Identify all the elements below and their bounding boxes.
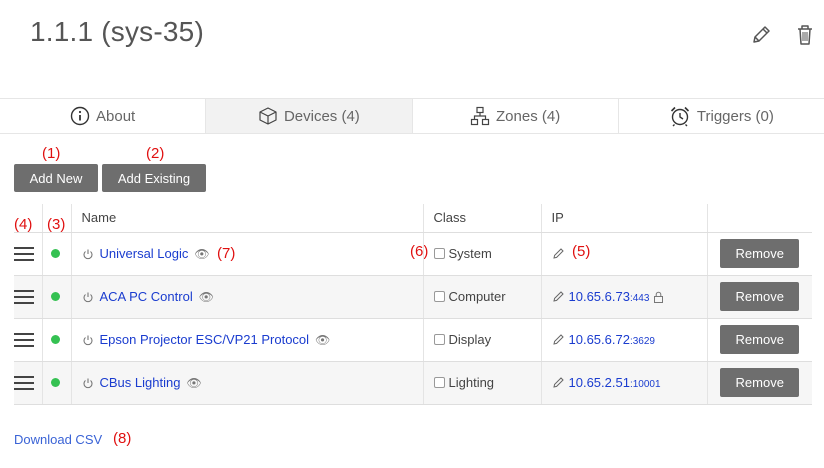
edit-ip-icon[interactable]: [552, 333, 565, 346]
ip-address: 10.65.2.51: [568, 375, 630, 390]
lock-icon: [654, 291, 664, 303]
class-checkbox[interactable]: [433, 248, 445, 259]
add-existing-button[interactable]: Add Existing: [102, 164, 206, 192]
remove-button[interactable]: Remove: [720, 282, 800, 311]
header-handle: [14, 204, 42, 233]
info-circle-icon: [70, 106, 90, 126]
ip-port: :10001: [629, 379, 661, 390]
class-checkbox[interactable]: [433, 334, 445, 345]
device-name-link[interactable]: ACA PC Control: [100, 289, 193, 304]
status-dot: [50, 292, 60, 301]
ip-link[interactable]: 10.65.2.51:10001: [569, 375, 661, 390]
drag-handle-icon[interactable]: [14, 246, 34, 261]
add-new-button[interactable]: Add New: [14, 164, 98, 192]
header-name: Name: [70, 204, 423, 233]
power-icon[interactable]: [82, 334, 94, 346]
tab-triggers[interactable]: Triggers (0): [619, 99, 824, 133]
header-action: [706, 204, 812, 233]
eye-icon[interactable]: 👁: [186, 376, 201, 390]
page-title: 1.1.1 (sys-35): [30, 16, 204, 47]
device-class: Lighting: [448, 375, 495, 390]
edit-ip-icon[interactable]: [552, 247, 565, 260]
sitemap-icon: [470, 106, 490, 126]
tab-about[interactable]: About: [0, 99, 207, 133]
device-name-link[interactable]: Universal Logic: [100, 246, 189, 261]
table-row: CBus Lighting 👁 Lighting 10.65.2.51:1000…: [14, 361, 812, 405]
remove-button[interactable]: Remove: [720, 368, 800, 397]
annotation-1: (1): [42, 145, 61, 162]
annotation-2: (2): [146, 145, 165, 162]
status-dot: [50, 249, 60, 258]
drag-handle-icon[interactable]: [14, 289, 34, 304]
power-icon[interactable]: [82, 377, 94, 389]
annotation-8: (8): [113, 430, 132, 447]
device-class: System: [448, 246, 492, 261]
device-class: Computer: [448, 289, 506, 304]
pencil-icon[interactable]: [750, 24, 772, 46]
ip-address: 10.65.6.73: [568, 289, 630, 304]
ip-address: 10.65.6.72: [568, 332, 630, 347]
trash-icon[interactable]: [796, 24, 814, 46]
tab-devices[interactable]: Devices (4): [206, 99, 413, 133]
device-name-link[interactable]: CBus Lighting: [100, 375, 181, 390]
drag-handle-icon[interactable]: [14, 375, 34, 390]
title-actions: [750, 24, 814, 46]
power-icon[interactable]: [82, 291, 94, 303]
device-class: Display: [448, 332, 492, 347]
tab-zones[interactable]: Zones (4): [413, 99, 619, 133]
download-csv-link[interactable]: Download CSV: [14, 432, 102, 447]
ip-link[interactable]: 10.65.6.72:3629: [569, 332, 655, 347]
power-icon[interactable]: [82, 248, 94, 260]
table-row: ACA PC Control 👁 Computer 10.65.6.73:443…: [14, 275, 812, 319]
tab-about-label: About: [96, 107, 136, 125]
remove-button[interactable]: Remove: [720, 325, 800, 354]
table-header-row: Name Class IP: [14, 204, 812, 233]
status-dot: [50, 335, 60, 344]
table-row: Epson Projector ESC/VP21 Protocol 👁 Disp…: [14, 318, 812, 362]
eye-icon[interactable]: 👁: [199, 290, 214, 304]
device-name-link[interactable]: Epson Projector ESC/VP21 Protocol: [100, 332, 310, 347]
alarm-clock-icon: [670, 106, 689, 127]
drag-handle-icon[interactable]: [14, 332, 34, 347]
ip-port: :443: [629, 293, 650, 304]
table-row: Universal Logic 👁 System Remove: [14, 232, 812, 276]
class-checkbox[interactable]: [433, 291, 445, 302]
header-status: [41, 204, 71, 233]
remove-button[interactable]: Remove: [720, 239, 800, 268]
eye-icon[interactable]: 👁: [194, 247, 209, 261]
tab-zones-label: Zones (4): [496, 107, 561, 125]
tab-bar: About Devices (4) Zones (4) Triggers (0): [0, 98, 824, 134]
tab-triggers-label: Triggers (0): [696, 107, 774, 125]
header-ip: IP: [540, 204, 707, 233]
edit-ip-icon[interactable]: [552, 290, 565, 303]
cube-icon: [259, 107, 277, 125]
class-checkbox[interactable]: [433, 377, 445, 388]
ip-port: :3629: [629, 336, 655, 347]
header-class: Class: [422, 204, 541, 233]
ip-link[interactable]: 10.65.6.73:443: [569, 289, 650, 304]
eye-icon[interactable]: 👁: [315, 333, 330, 347]
devices-table: Name Class IP Universal Logic 👁 System R…: [14, 204, 812, 405]
edit-ip-icon[interactable]: [552, 376, 565, 389]
status-dot: [50, 378, 60, 387]
tab-devices-label: Devices (4): [283, 107, 360, 125]
